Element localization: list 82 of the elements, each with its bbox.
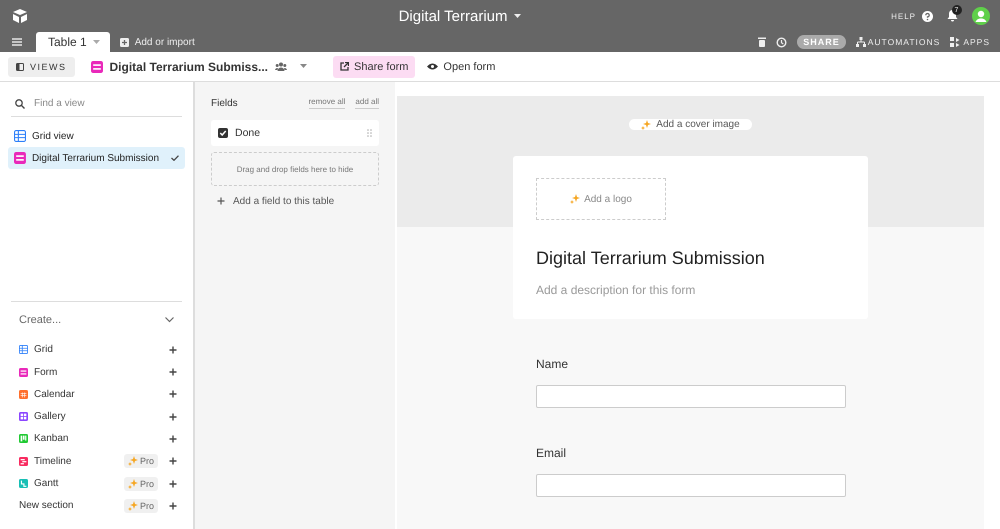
drop-zone: Drag and drop fields here to hide xyxy=(211,152,379,186)
add-cover-button[interactable]: Add a cover image xyxy=(629,119,752,130)
grid-icon xyxy=(14,130,26,142)
sidebar-icon xyxy=(16,62,24,70)
answer-field[interactable] xyxy=(536,474,846,497)
view-item[interactable]: Grid view xyxy=(8,125,185,147)
answer-field[interactable] xyxy=(536,385,846,408)
pro-tag: Pro xyxy=(124,498,158,513)
gantt-icon xyxy=(19,479,28,488)
search-icon xyxy=(15,98,25,108)
plus-icon[interactable] xyxy=(169,412,177,421)
fields-heading: Fields xyxy=(211,98,238,108)
apps-button[interactable]: APPS xyxy=(963,37,990,47)
automations-icon[interactable] xyxy=(856,37,866,47)
question-label: Email xyxy=(536,446,568,462)
sparkle-icon xyxy=(570,194,580,204)
create-view-item[interactable]: Grid xyxy=(34,344,53,356)
checkbox-field-icon xyxy=(218,128,228,138)
caret-icon xyxy=(514,14,520,18)
plus-icon[interactable] xyxy=(169,368,177,376)
sparkle-icon xyxy=(128,478,138,489)
create-view-item[interactable]: Calendar xyxy=(34,388,75,400)
drag-handle-icon[interactable] xyxy=(367,129,372,137)
automations-button[interactable]: AUTOMATIONS xyxy=(868,37,940,47)
create-view-item[interactable]: Form xyxy=(34,366,58,378)
grid-icon xyxy=(19,345,28,354)
create-heading: Create... xyxy=(19,314,62,326)
create-view-item[interactable]: Gantt xyxy=(34,478,58,490)
plus-square-icon[interactable] xyxy=(120,38,129,46)
eye-icon xyxy=(427,63,438,70)
plus-icon[interactable] xyxy=(169,390,177,398)
base-title[interactable]: Digital Terrarium xyxy=(398,8,508,24)
open-form-button[interactable]: Open form xyxy=(425,56,498,78)
create-view-item[interactable]: Gallery xyxy=(34,411,66,422)
help-link[interactable]: HELP xyxy=(891,12,916,20)
pro-tag: Pro xyxy=(124,476,158,491)
add-import-button[interactable]: Add or import xyxy=(134,36,195,48)
view-item[interactable]: Digital Terrarium Submission xyxy=(8,147,185,169)
view-name[interactable]: Digital Terrarium Submiss... xyxy=(110,60,268,74)
calendar-icon xyxy=(19,390,28,399)
plus-icon[interactable] xyxy=(169,480,177,488)
menu-icon[interactable] xyxy=(12,38,22,46)
check-icon xyxy=(171,155,179,161)
plus-icon[interactable] xyxy=(169,457,177,466)
help-icon[interactable] xyxy=(922,10,933,22)
share-form-button[interactable]: Share form xyxy=(333,56,416,78)
apps-icon[interactable] xyxy=(950,37,960,47)
add-all-link[interactable]: add all xyxy=(355,97,379,109)
timeline-icon xyxy=(19,456,28,466)
create-view-item[interactable]: Timeline xyxy=(34,456,72,467)
question-label: Name xyxy=(536,357,570,373)
history-icon[interactable] xyxy=(776,36,788,48)
field-card[interactable]: Done xyxy=(211,120,379,146)
form-icon xyxy=(90,60,103,72)
form-icon xyxy=(14,152,26,164)
plus-icon[interactable] xyxy=(217,197,225,205)
trash-icon[interactable] xyxy=(758,37,766,47)
plus-icon[interactable] xyxy=(169,502,177,510)
external-link-icon xyxy=(340,62,349,71)
sparkle-icon xyxy=(128,456,138,466)
sparkle-icon xyxy=(641,120,652,130)
table-tab[interactable]: Table 1 xyxy=(36,32,110,52)
avatar-icon[interactable] xyxy=(972,7,990,25)
add-logo-button[interactable]: Add a logo xyxy=(536,178,666,220)
caret-icon xyxy=(300,64,307,69)
kanban-icon xyxy=(19,434,28,444)
views-button[interactable]: VIEWS xyxy=(8,56,75,76)
gallery-icon xyxy=(19,412,28,422)
plus-icon[interactable] xyxy=(169,434,177,443)
pro-tag: Pro xyxy=(124,454,158,468)
create-view-item[interactable]: Kanban xyxy=(34,433,68,444)
sparkle-icon xyxy=(128,500,138,511)
remove-all-link[interactable]: remove all xyxy=(308,97,346,109)
create-view-item[interactable]: New section xyxy=(19,500,74,512)
people-icon[interactable] xyxy=(275,62,287,71)
add-field-link[interactable]: Add a field to this table xyxy=(233,196,334,206)
plus-icon[interactable] xyxy=(169,346,177,354)
logo-icon[interactable] xyxy=(12,9,28,23)
form-icon xyxy=(19,368,28,377)
caret-icon xyxy=(92,40,100,44)
form-title[interactable]: Digital Terrarium Submission xyxy=(536,248,765,269)
chevron-down-icon[interactable] xyxy=(165,317,174,324)
